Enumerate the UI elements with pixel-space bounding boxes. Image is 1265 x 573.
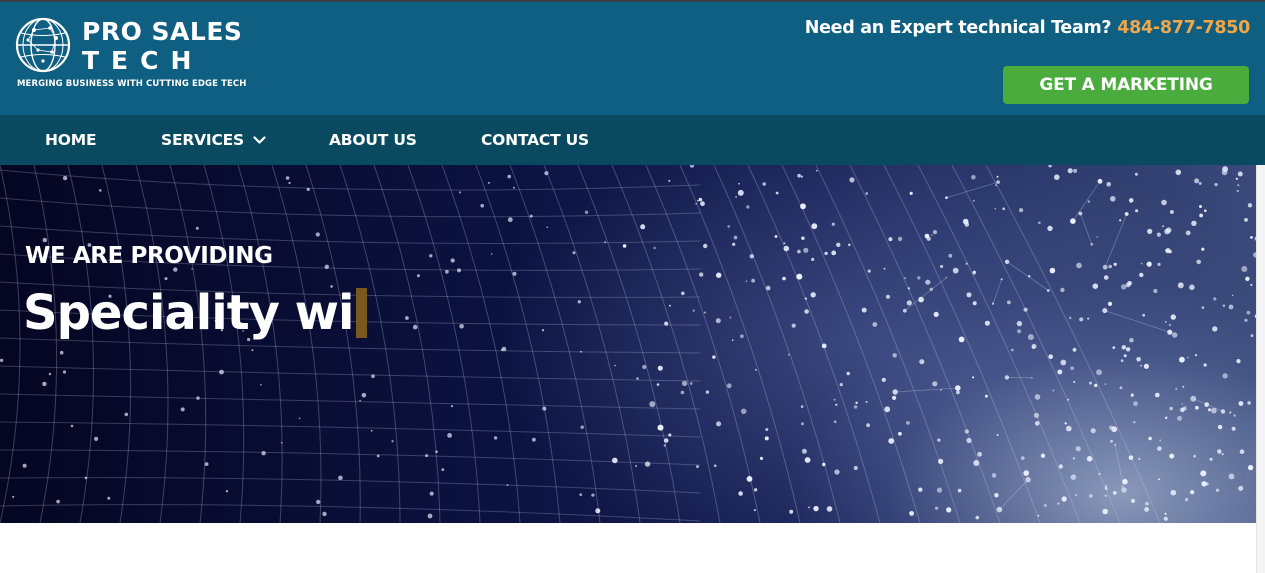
network-grid-background — [0, 165, 1261, 523]
brand-name-line1: PRO SALES — [82, 17, 243, 46]
nav-item-about-us[interactable]: ABOUT US — [329, 115, 417, 165]
main-nav: HOME SERVICES ABOUT US CONTACT US — [0, 115, 1265, 165]
globe-icon — [15, 17, 71, 73]
nav-item-label: SERVICES — [161, 131, 244, 149]
hero-headline: Speciality wi — [23, 283, 368, 343]
hero-headline-text: Speciality wi — [23, 285, 354, 341]
contact-prompt: Need an Expert technical Team? — [804, 18, 1112, 38]
nav-item-contact-us[interactable]: CONTACT US — [481, 115, 589, 165]
contact-line: Need an Expert technical Team? 484-877-78… — [804, 18, 1251, 38]
nav-item-services[interactable]: SERVICES — [161, 115, 266, 165]
brand-logo[interactable]: PRO SALES TECH MERGING BUSINESS WITH CUT… — [14, 16, 254, 96]
brand-tagline: MERGING BUSINESS WITH CUTTING EDGE TECH — [17, 79, 247, 89]
page-scrollbar[interactable] — [1256, 165, 1265, 573]
hero-kicker: WE ARE PROVIDING — [25, 243, 273, 269]
nav-item-label: ABOUT US — [329, 131, 417, 149]
chevron-down-icon — [253, 135, 266, 144]
nav-item-label: CONTACT US — [481, 131, 589, 149]
brand-name-line2: TECH — [82, 46, 204, 75]
phone-link[interactable]: 484-877-7850 — [1117, 18, 1250, 38]
hero-banner: WE ARE PROVIDING Speciality wi — [0, 165, 1262, 523]
top-header: PRO SALES TECH MERGING BUSINESS WITH CUT… — [0, 0, 1265, 115]
typing-cursor — [356, 288, 368, 338]
nav-item-home[interactable]: HOME — [45, 115, 97, 165]
nav-item-label: HOME — [45, 131, 97, 149]
get-marketing-button[interactable]: GET A MARKETING — [1003, 66, 1249, 104]
